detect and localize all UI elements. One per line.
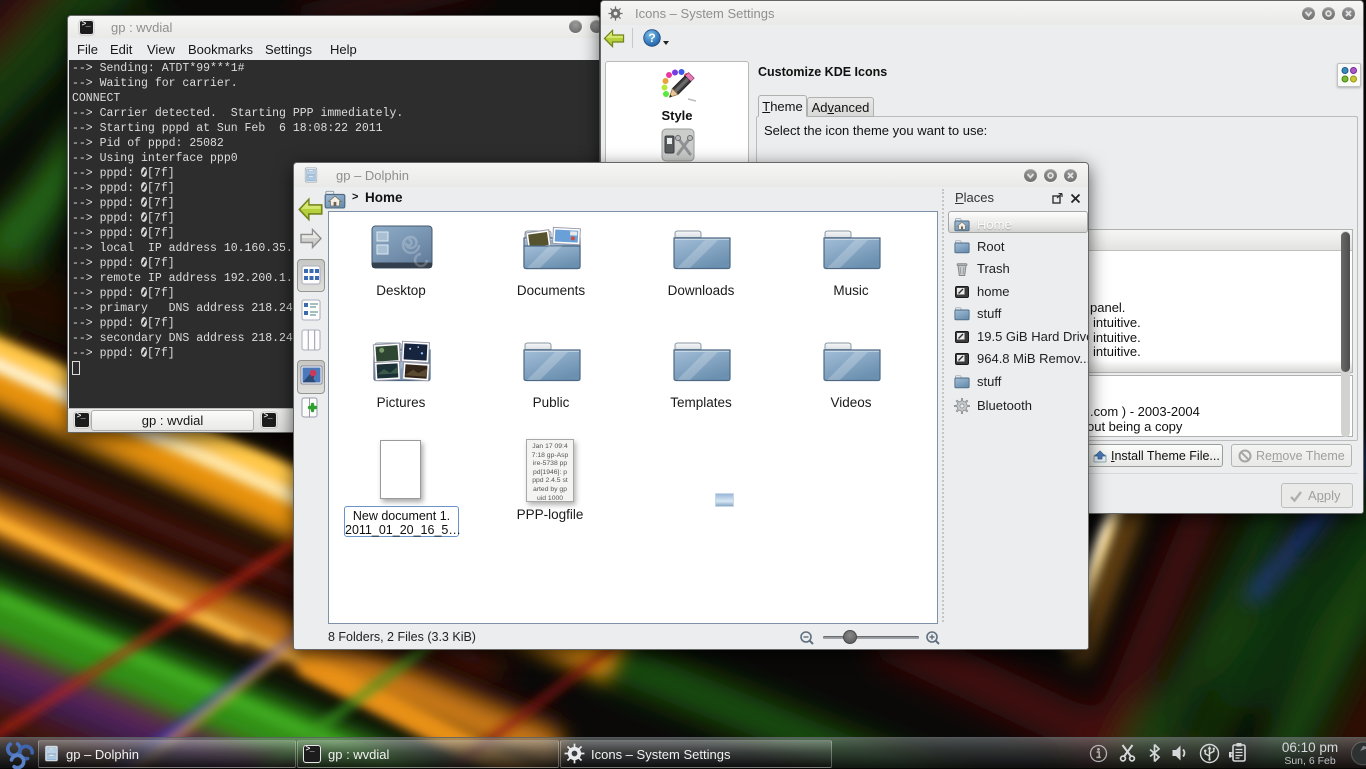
svg-text:?: ? [648, 31, 655, 45]
